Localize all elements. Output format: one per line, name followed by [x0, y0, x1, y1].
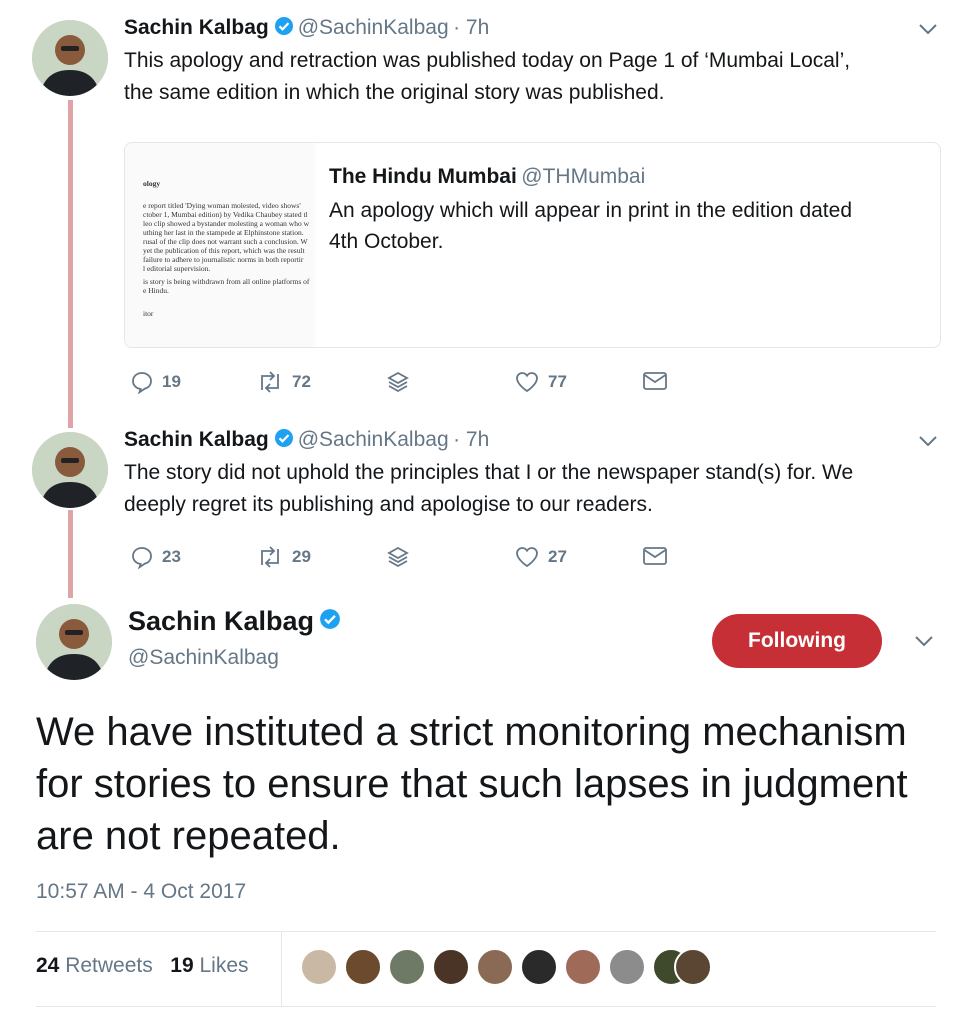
liker-avatar[interactable] [608, 948, 646, 986]
quoted-author-name[interactable]: The Hindu Mumbai [329, 165, 517, 188]
avatar[interactable] [36, 604, 112, 680]
doc-line: rusal of the clip does not warrant such … [143, 237, 308, 246]
tweet-text: deeply regret its publishing and apologi… [124, 493, 653, 516]
avatar[interactable] [32, 432, 108, 508]
quoted-text: 4th October. [329, 230, 444, 253]
liker-avatar[interactable] [476, 948, 514, 986]
liker-avatar[interactable] [388, 948, 426, 986]
mail-icon [643, 547, 667, 565]
reply-icon [132, 547, 152, 569]
doc-line: yet the publication of this report, whic… [143, 246, 305, 255]
retweet-button[interactable]: 72 [256, 370, 311, 394]
doc-line: failure to adhere to journalistic norms … [143, 255, 304, 264]
reply-button[interactable]: 23 [130, 545, 181, 569]
tweet-time[interactable]: · 7h [453, 428, 489, 451]
direct-message-button[interactable] [642, 545, 668, 567]
like-stat[interactable]: 19 Likes [170, 954, 248, 977]
main-author-handle[interactable]: @SachinKalbag [128, 646, 279, 670]
doc-line: leo clip showed a bystander molesting a … [143, 219, 310, 228]
newspaper-clip-image[interactable]: ology e report titled 'Dying woman moles… [125, 143, 315, 347]
doc-line: is story is being withdrawn from all onl… [143, 277, 310, 286]
author-name[interactable]: Sachin Kalbag [124, 16, 269, 39]
reply-count: 23 [162, 547, 181, 566]
liker-avatar[interactable] [674, 948, 712, 986]
like-count: 27 [548, 547, 567, 566]
doc-line: ology [143, 179, 161, 188]
quoted-author-handle[interactable]: @THMumbai [521, 165, 645, 188]
retweet-total: 24 [36, 954, 60, 977]
like-button[interactable]: 27 [514, 545, 567, 569]
doc-line: itor [143, 309, 154, 318]
retweet-button[interactable]: 29 [256, 545, 311, 569]
tweet-text: the same edition in which the original s… [124, 81, 665, 104]
like-stat-label: Likes [199, 954, 249, 977]
retweet-stat[interactable]: 24 Retweets [36, 954, 153, 977]
layers-icon [387, 371, 409, 393]
retweet-icon [261, 371, 279, 393]
author-handle[interactable]: @SachinKalbag [298, 16, 449, 39]
main-tweet-text: We have instituted a strict monitoring m… [36, 710, 908, 858]
like-button[interactable]: 77 [514, 370, 567, 394]
doc-line: l editorial supervision. [143, 264, 211, 273]
retweet-icon [261, 546, 279, 568]
doc-line: e Hindu. [143, 286, 169, 295]
chevron-down-icon[interactable] [914, 634, 934, 653]
tweet-text: This apology and retraction was publishe… [124, 49, 851, 72]
author-name[interactable]: Sachin Kalbag [124, 428, 269, 451]
like-count: 77 [548, 372, 567, 391]
liker-avatar[interactable] [344, 948, 382, 986]
like-total: 19 [170, 954, 194, 977]
tweet-stats: 24 Retweets 19 Likes [36, 954, 249, 978]
chevron-down-icon[interactable] [918, 434, 938, 453]
following-button[interactable]: Following [712, 614, 882, 668]
thread-line [68, 100, 73, 428]
main-author-name[interactable]: Sachin Kalbag [128, 606, 314, 636]
verified-icon [274, 16, 294, 41]
liker-avatar[interactable] [300, 948, 338, 986]
chevron-down-icon[interactable] [918, 22, 938, 41]
doc-line: uthing her last in the stampede at Elphi… [143, 228, 304, 237]
tweet-timestamp[interactable]: 10:57 AM - 4 Oct 2017 [36, 880, 246, 904]
thread-line [68, 510, 73, 598]
divider [281, 932, 282, 1006]
layers-icon [387, 546, 409, 568]
share-stack-button[interactable] [386, 370, 410, 394]
divider [36, 931, 936, 932]
quoted-text: An apology which will appear in print in… [329, 199, 853, 222]
author-handle[interactable]: @SachinKalbag [298, 428, 449, 451]
mail-icon [643, 372, 667, 390]
heart-icon [516, 547, 538, 568]
liker-avatar[interactable] [520, 948, 558, 986]
direct-message-button[interactable] [642, 370, 668, 392]
reply-icon [132, 372, 152, 394]
tweet-text: The story did not uphold the principles … [124, 461, 854, 484]
retweet-stat-label: Retweets [65, 954, 153, 977]
verified-icon [319, 608, 341, 635]
doc-line: e report titled 'Dying woman molested, v… [143, 201, 301, 210]
reply-button[interactable]: 19 [130, 370, 181, 394]
divider [36, 1006, 936, 1007]
avatar[interactable] [32, 20, 108, 96]
share-stack-button[interactable] [386, 545, 410, 569]
tweet-actions: 23 29 27 [124, 545, 684, 575]
reply-count: 19 [162, 372, 181, 391]
quoted-tweet[interactable]: ology e report titled 'Dying woman moles… [124, 142, 941, 348]
tweet-actions: 19 72 77 [124, 370, 684, 400]
verified-icon [274, 428, 294, 453]
liker-avatar[interactable] [432, 948, 470, 986]
liker-avatar[interactable] [564, 948, 602, 986]
retweet-count: 72 [292, 372, 311, 391]
heart-icon [516, 372, 538, 393]
retweet-count: 29 [292, 547, 311, 566]
doc-line: ctober 1, Mumbai edition) by Vedika Chau… [143, 210, 308, 219]
tweet-time[interactable]: · 7h [453, 16, 489, 39]
